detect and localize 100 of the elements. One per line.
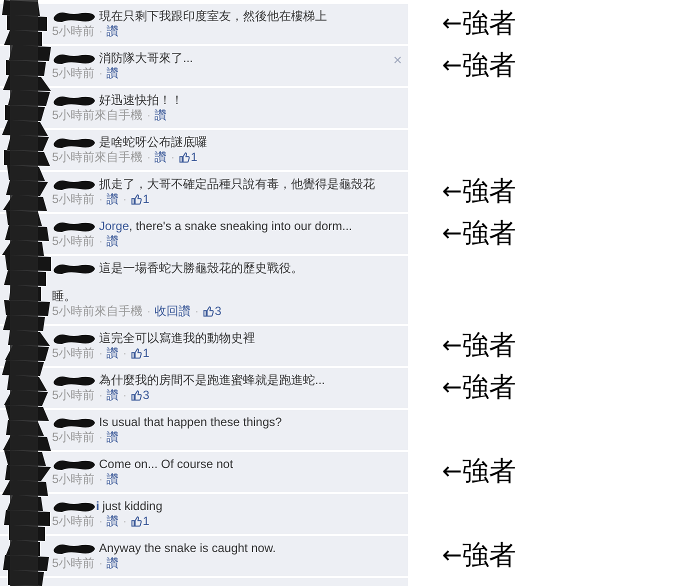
comment-text: 睡。 [52, 289, 77, 304]
annotation-text: 強者 [462, 455, 516, 489]
like-link[interactable]: 讚 [106, 24, 119, 39]
like-link[interactable]: 讚 [106, 192, 119, 207]
separator-dot: · [170, 150, 175, 165]
arrow-annotation: ← [442, 331, 462, 359]
redaction-scribble [52, 416, 96, 428]
arrow-annotation: ← [442, 457, 462, 485]
separator-dot: · [98, 24, 103, 39]
arrow-annotation: ← [442, 541, 462, 569]
like-count: 1 [142, 346, 150, 361]
separator-dot: · [98, 66, 103, 81]
comment-text: 為什麼我的房間不是跑進蜜蜂就是跑進蛇... [99, 373, 326, 388]
comment-text: Is usual that happen these things? [99, 415, 282, 430]
timestamp: 5小時前 [52, 472, 95, 487]
comment-text: 這是一場香蛇大勝龜殼花的歷史戰役。 [99, 261, 303, 276]
like-link[interactable]: 收回讚 [154, 304, 191, 319]
comment-text: just kidding [102, 499, 162, 514]
arrow-annotation: ← [442, 219, 462, 247]
thumbs-up-icon [178, 152, 190, 163]
comment-text: 這完全可以寫進我的動物史裡 [99, 331, 255, 346]
thumbs-up-icon [130, 194, 142, 205]
timestamp: 5小時前 [52, 346, 95, 361]
redaction-scribble [52, 178, 96, 190]
separator-dot: · [98, 514, 103, 529]
thumbs-up-icon [130, 348, 142, 359]
like-link[interactable]: 讚 [106, 430, 119, 445]
redaction-scribble [52, 94, 96, 106]
redaction-scribble [52, 374, 96, 386]
redaction-scribble [52, 52, 96, 64]
like-count: 1 [142, 514, 150, 529]
comment-text: Jorge, there's a snake sneaking into our dorm... [99, 219, 352, 234]
separator-dot: · [98, 388, 103, 403]
timestamp: 5小時前 [52, 24, 95, 39]
redaction-scribble [52, 332, 96, 344]
redaction-scribble [52, 542, 96, 554]
like-link[interactable]: 讚 [106, 346, 119, 361]
mention-link[interactable]: Jorge [99, 219, 130, 233]
thumbs-up-icon [130, 516, 142, 527]
redaction-scribble [52, 458, 96, 470]
timestamp: 5小時前 [52, 66, 95, 81]
redaction-scribble [52, 136, 96, 148]
redaction-scribble [52, 500, 96, 512]
arrow-annotation: ← [442, 177, 462, 205]
like-link[interactable]: 讚 [106, 472, 119, 487]
like-link[interactable]: 讚 [106, 514, 119, 529]
comment-text: 是啥蛇呀公布謎底囉 [99, 135, 207, 150]
comment-text: 現在只剩下我跟印度室友，然後他在樓梯上 [99, 9, 327, 24]
separator-dot: · [122, 514, 127, 529]
comment-text: 抓走了，大哥不確定品種只說有毒，他覺得是龜殼花 [99, 177, 375, 192]
like-link[interactable]: 讚 [154, 150, 167, 165]
timestamp: 5小時前來自手機 [52, 150, 143, 165]
like-count: 3 [142, 388, 150, 403]
separator-dot: · [98, 346, 103, 361]
timestamp: 5小時前來自手機 [52, 304, 143, 319]
like-link[interactable]: 讚 [106, 388, 119, 403]
timestamp: 5小時前 [52, 234, 95, 249]
thumbs-up-icon [202, 306, 214, 317]
annotation-text: 強者 [462, 49, 516, 83]
separator-dot: · [98, 472, 103, 487]
arrow-annotation: ← [442, 373, 462, 401]
thumbs-up-icon [130, 390, 142, 401]
annotation-text: 強者 [462, 175, 516, 209]
timestamp: 5小時前 [52, 514, 95, 529]
annotation-text: 強者 [462, 371, 516, 405]
separator-dot: · [146, 150, 151, 165]
like-link[interactable]: 讚 [154, 108, 167, 123]
timestamp: 5小時前 [52, 388, 95, 403]
comment-text: Anyway the snake is caught now. [99, 541, 276, 556]
timestamp: 5小時前來自手機 [52, 108, 143, 123]
separator-dot: · [122, 346, 127, 361]
comment-text: Come on... Of course not [99, 457, 234, 472]
separator-dot: · [98, 556, 103, 571]
separator-dot: · [194, 304, 199, 319]
annotation-text: 強者 [462, 539, 516, 573]
separator-dot: · [122, 192, 127, 207]
like-count: 3 [214, 304, 222, 319]
separator-dot: · [98, 234, 103, 249]
redaction-scribble [52, 262, 96, 274]
timestamp: 5小時前 [52, 192, 95, 207]
separator-dot: · [146, 304, 151, 319]
timestamp: 5小時前 [52, 556, 95, 571]
annotation-text: 強者 [462, 329, 516, 363]
redaction-scribble [52, 10, 96, 22]
comment-text: 好迅速快拍！！ [99, 93, 183, 108]
arrow-annotation: ← [442, 9, 462, 37]
timestamp: 5小時前 [52, 430, 95, 445]
redaction-scribble [52, 220, 96, 232]
like-count: 1 [190, 150, 198, 165]
separator-dot: · [98, 430, 103, 445]
like-link[interactable]: 讚 [106, 556, 119, 571]
separator-dot: · [146, 108, 151, 123]
like-link[interactable]: 讚 [106, 234, 119, 249]
like-link[interactable]: 讚 [106, 66, 119, 81]
author-name[interactable]: i [96, 499, 100, 514]
annotation-text: 強者 [462, 217, 516, 251]
separator-dot: · [98, 192, 103, 207]
like-count: 1 [142, 192, 150, 207]
arrow-annotation: ← [442, 51, 462, 79]
separator-dot: · [122, 388, 127, 403]
